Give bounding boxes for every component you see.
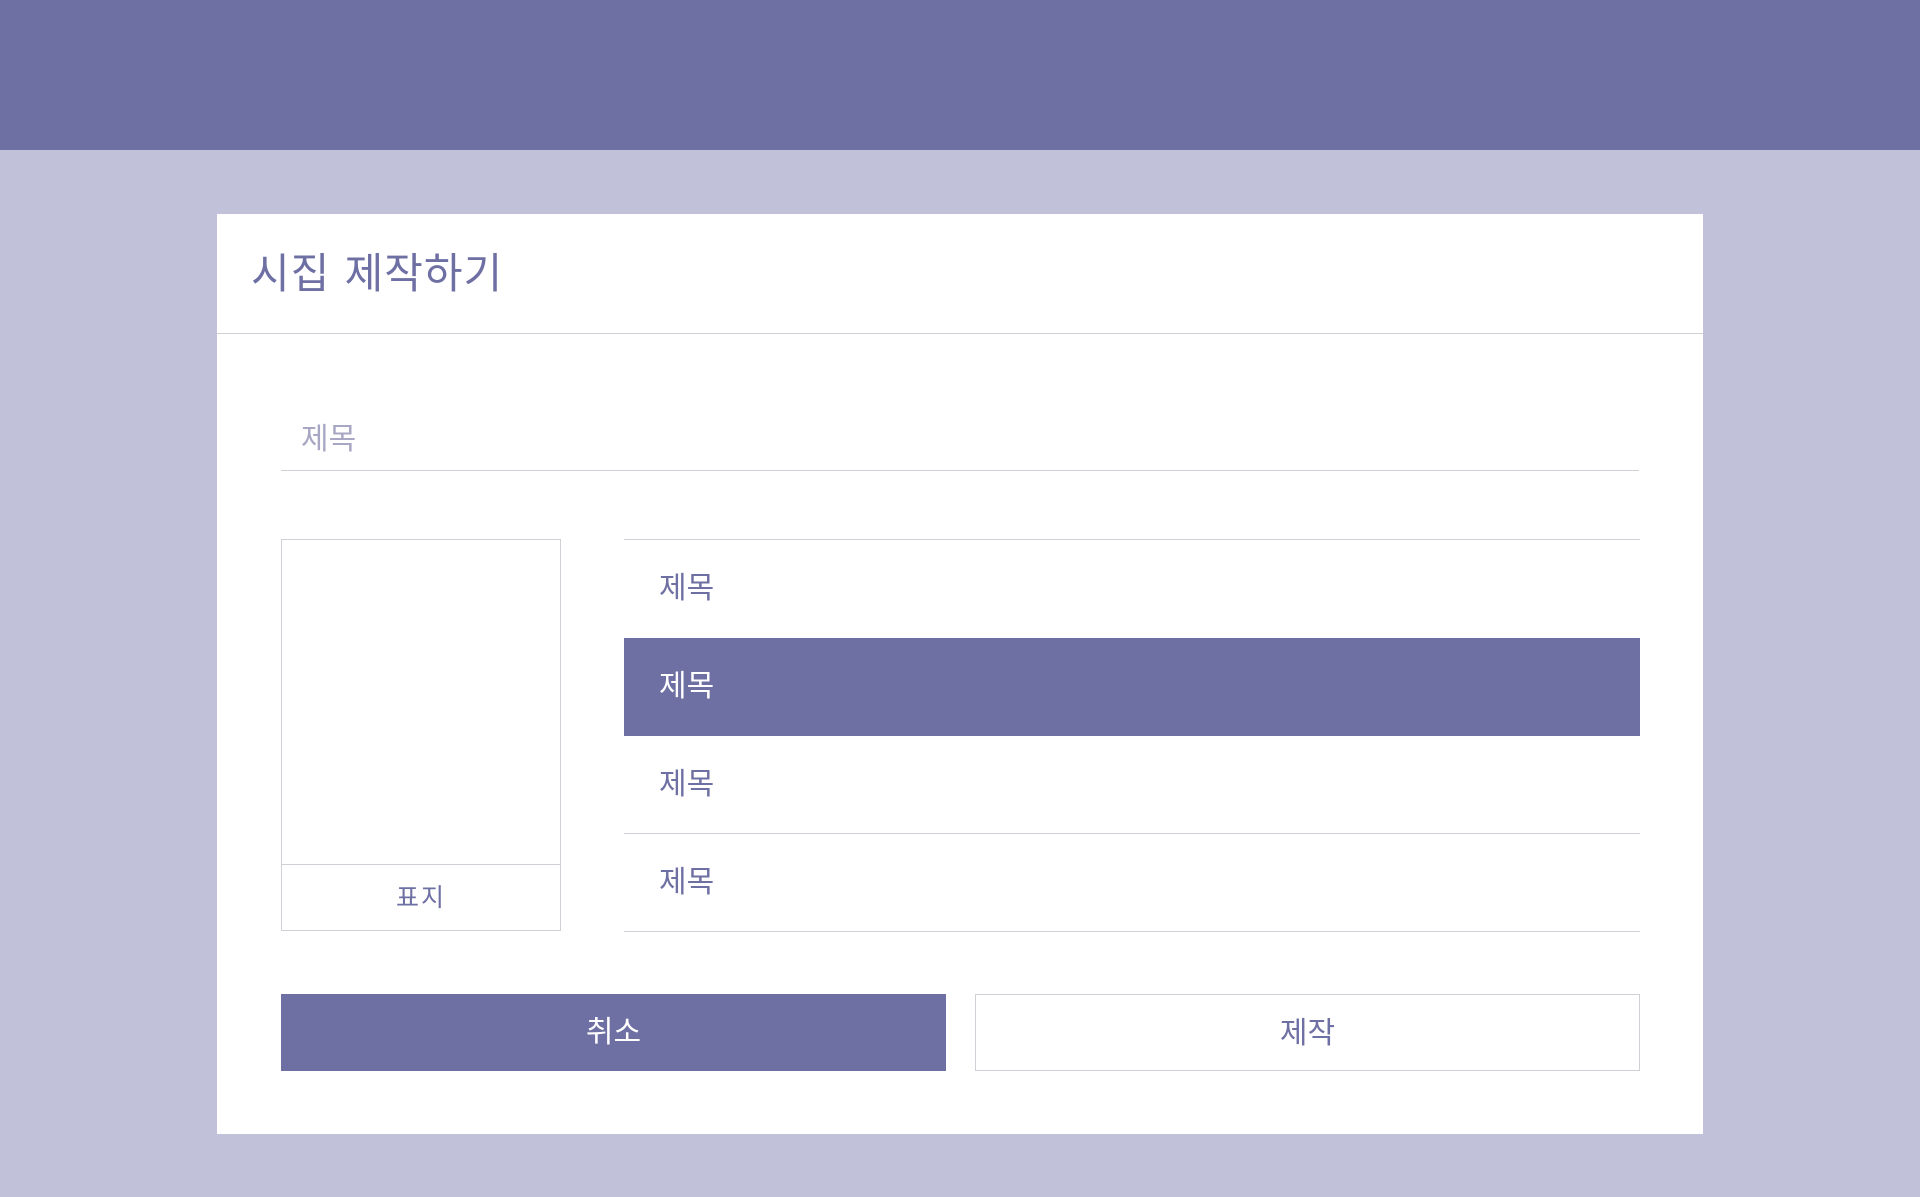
poem-list-item-selected[interactable]: 제목 <box>624 638 1640 736</box>
cover-image-placeholder[interactable] <box>282 540 560 865</box>
poem-list-item[interactable]: 제목 <box>624 834 1640 932</box>
cover-label: 표지 <box>395 883 446 912</box>
poem-list-item[interactable]: 제목 <box>624 540 1640 638</box>
cancel-button[interactable]: 취소 <box>281 994 946 1071</box>
cover-picker[interactable]: 표지 <box>281 539 561 931</box>
create-poetry-book-dialog: 시집 제작하기 표지 제목 제목 제목 제목 취소 제작 <box>217 214 1703 1134</box>
title-field <box>281 409 1639 471</box>
dialog-title: 시집 제작하기 <box>251 249 504 298</box>
top-app-bar <box>0 0 1920 150</box>
poem-list-item[interactable]: 제목 <box>624 736 1640 834</box>
create-button[interactable]: 제작 <box>975 994 1640 1071</box>
dialog-header: 시집 제작하기 <box>217 214 1703 334</box>
title-input[interactable] <box>281 409 1639 470</box>
poem-list: 제목 제목 제목 제목 <box>624 539 1640 932</box>
